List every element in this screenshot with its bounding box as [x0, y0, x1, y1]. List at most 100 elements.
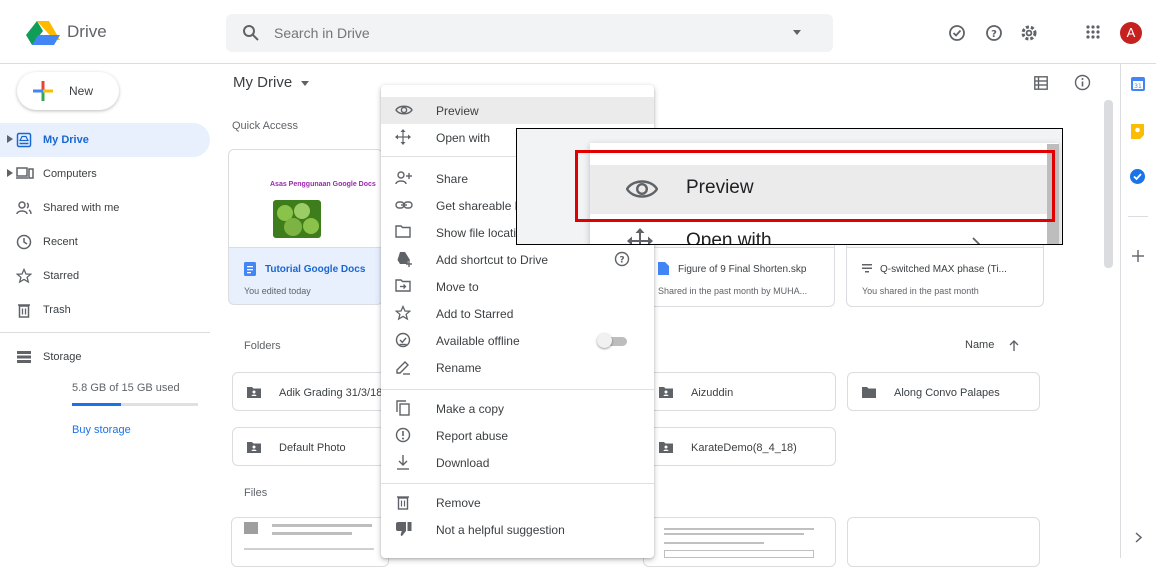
search-options-icon[interactable] [792, 27, 802, 37]
download-icon [395, 454, 411, 470]
folder-item[interactable]: KarateDemo(8_4_18) [644, 427, 836, 466]
new-button[interactable]: New [17, 72, 119, 110]
apps-grid-icon[interactable] [1085, 24, 1101, 40]
menu-item-remove[interactable]: Remove [381, 489, 654, 516]
sort-label: Name [965, 339, 995, 351]
drive-logo[interactable] [26, 21, 60, 45]
settings-gear-icon[interactable] [1020, 24, 1038, 42]
menu-item-label: Rename [436, 361, 482, 375]
file-card[interactable] [231, 517, 389, 567]
menu-item-add-to-starred[interactable]: Add to Starred [381, 300, 654, 327]
menu-item-label: Report abuse [436, 429, 509, 443]
report-icon [395, 427, 411, 443]
sidebar-item-label: Computers [43, 168, 97, 180]
google-docs-icon [244, 262, 256, 276]
menu-item-label: Preview [436, 104, 479, 118]
storage-usage-text: 5.8 GB of 15 GB used [72, 382, 180, 394]
apple-image [273, 200, 321, 238]
sidebar-item-starred[interactable]: Starred [0, 259, 210, 293]
sidebar-item-computers[interactable]: Computers [0, 157, 210, 191]
sort-by-name[interactable]: Name [965, 339, 1019, 351]
storage-usage-fill [72, 403, 122, 406]
menu-item-label: Share [436, 172, 469, 186]
sidebar-divider [0, 332, 210, 333]
quick-access-card[interactable]: Asas Penggunaan Google Docs Tutorial Goo… [228, 149, 383, 305]
storage-usage-bar [72, 403, 198, 406]
file-name: Tutorial Google Docs [265, 264, 366, 275]
list-view-icon[interactable] [1034, 76, 1048, 90]
menu-item-add-shortcut[interactable]: Add shortcut to Drive ? [381, 246, 654, 273]
side-panel-divider [1120, 64, 1121, 558]
plus-icon [33, 81, 53, 101]
sidebar-item-shared-with-me[interactable]: Shared with me [0, 191, 210, 225]
offline-icon [395, 332, 411, 348]
zoomed-menu-item-open-with[interactable]: Open with [590, 221, 1058, 245]
main-scrollbar[interactable] [1104, 100, 1113, 268]
menu-item-move-to[interactable]: Move to [381, 273, 654, 300]
folder-outline-icon [395, 224, 411, 238]
tasks-icon[interactable] [1130, 169, 1145, 184]
folder-item[interactable]: Along Convo Palapes [847, 372, 1040, 411]
pencil-icon [395, 359, 411, 375]
star-icon [395, 305, 411, 321]
file-thumbnail [664, 533, 804, 535]
keep-icon[interactable] [1131, 124, 1144, 139]
menu-item-label: Remove [436, 496, 481, 510]
help-icon[interactable]: ? [985, 24, 1003, 42]
sidebar-item-label: Shared with me [43, 202, 120, 214]
menu-item-not-helpful[interactable]: Not a helpful suggestion [381, 516, 654, 543]
help-icon[interactable]: ? [614, 251, 630, 267]
open-with-icon [395, 129, 411, 145]
move-icon [395, 278, 411, 292]
folder-item[interactable]: Default Photo [232, 427, 390, 466]
file-thumbnail [272, 524, 372, 527]
app-title[interactable]: Drive [67, 22, 107, 42]
offline-toggle[interactable] [597, 333, 627, 348]
folder-name: KarateDemo(8_4_18) [691, 442, 797, 454]
info-icon[interactable] [1074, 74, 1091, 91]
ready-for-offline-icon[interactable] [948, 24, 966, 42]
arrow-up-icon[interactable] [1009, 339, 1019, 351]
menu-item-available-offline[interactable]: Available offline [381, 327, 654, 354]
chevron-right-icon[interactable] [1135, 532, 1142, 543]
menu-item-report-abuse[interactable]: Report abuse [381, 422, 654, 449]
file-name: Figure of 9 Final Shorten.skp [678, 264, 807, 275]
folder-item[interactable]: Adik Grading 31/3/18 [232, 372, 390, 411]
shared-icon [16, 200, 32, 216]
sidebar-item-label: Trash [43, 304, 71, 316]
file-thumbnail [664, 550, 814, 558]
trash-icon [395, 494, 411, 510]
thumb-down-icon [395, 521, 413, 537]
page-title[interactable]: My Drive [233, 74, 310, 91]
zoomed-open-with-label: Open with [686, 230, 772, 245]
sidebar-item-storage[interactable]: Storage [0, 340, 210, 374]
folder-item[interactable]: Aizuddin [644, 372, 836, 411]
menu-item-rename[interactable]: Rename [381, 354, 654, 381]
top-bar: Drive ? A [0, 0, 1156, 64]
sidebar-item-recent[interactable]: Recent [0, 225, 210, 259]
menu-item-make-a-copy[interactable]: Make a copy [381, 395, 654, 422]
account-avatar[interactable]: A [1120, 22, 1142, 44]
folder-name: Adik Grading 31/3/18 [279, 387, 383, 399]
copy-icon [395, 400, 411, 416]
search-bar[interactable] [226, 14, 833, 52]
calendar-icon[interactable]: 31 [1131, 77, 1145, 91]
expand-caret-icon[interactable] [7, 135, 13, 143]
file-card[interactable] [847, 517, 1040, 567]
menu-item-download[interactable]: Download [381, 449, 654, 476]
chevron-down-icon[interactable] [300, 78, 310, 88]
menu-item-preview[interactable]: Preview [381, 97, 654, 124]
file-card[interactable] [643, 517, 836, 567]
sidebar-item-label: Storage [43, 351, 82, 363]
buy-storage-link[interactable]: Buy storage [72, 424, 131, 436]
svg-text:?: ? [991, 29, 997, 40]
sidebar-item-trash[interactable]: Trash [0, 293, 210, 327]
search-icon[interactable] [242, 24, 260, 42]
search-input[interactable] [274, 23, 774, 43]
expand-caret-icon[interactable] [7, 169, 13, 177]
computers-icon [16, 166, 34, 180]
sidebar-item-my-drive[interactable]: My Drive [0, 123, 210, 157]
file-thumbnail [664, 528, 814, 530]
add-addon-icon[interactable] [1132, 250, 1144, 262]
my-drive-icon [16, 132, 32, 148]
